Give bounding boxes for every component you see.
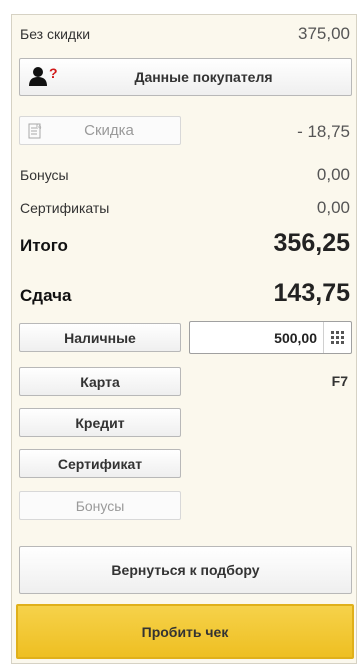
svg-text:%: % xyxy=(36,125,42,131)
cash-button[interactable]: Наличные xyxy=(19,323,181,352)
payment-panel: Без скидки 375,00 ? Данные покупателя % … xyxy=(11,14,357,664)
bonuses-label: Бонусы xyxy=(20,167,69,183)
return-to-selection-button[interactable]: Вернуться к подбору xyxy=(19,546,352,594)
document-percent-icon: % xyxy=(28,123,42,139)
cash-label: Наличные xyxy=(64,329,136,346)
total-value: 356,25 xyxy=(273,229,350,257)
bonuses-pay-button[interactable]: Бонусы xyxy=(19,491,181,520)
print-receipt-label: Пробить чек xyxy=(141,623,229,640)
calculator-icon[interactable] xyxy=(323,322,351,353)
change-label: Сдача xyxy=(20,286,72,305)
bonuses-pay-label: Бонусы xyxy=(75,497,125,514)
certificates-label: Сертификаты xyxy=(20,200,110,216)
certificate-label: Сертификат xyxy=(57,455,143,472)
buyer-data-button[interactable]: ? Данные покупателя xyxy=(19,58,352,96)
cash-amount-input[interactable]: 500,00 xyxy=(189,321,352,354)
bonuses-value: 0,00 xyxy=(316,165,350,184)
card-hotkey: F7 xyxy=(331,373,348,389)
credit-button[interactable]: Кредит xyxy=(19,408,181,437)
card-button[interactable]: Карта xyxy=(19,367,181,396)
card-label: Карта xyxy=(80,373,120,390)
change-value: 143,75 xyxy=(273,279,350,307)
discount-button[interactable]: % Скидка xyxy=(19,116,181,145)
print-receipt-button[interactable]: Пробить чек xyxy=(16,604,354,659)
certificates-value: 0,00 xyxy=(316,198,350,217)
total-label: Итого xyxy=(20,236,68,255)
discount-label: Скидка xyxy=(84,122,134,139)
buyer-data-label: Данные покупателя xyxy=(134,69,273,85)
no-discount-label: Без скидки xyxy=(20,26,91,42)
discount-value: - 18,75 xyxy=(297,122,350,141)
cash-amount-value: 500,00 xyxy=(274,330,317,346)
certificate-button[interactable]: Сертификат xyxy=(19,449,181,478)
credit-label: Кредит xyxy=(75,414,125,431)
return-to-selection-label: Вернуться к подбору xyxy=(111,562,260,578)
no-discount-value: 375,00 xyxy=(298,24,350,43)
